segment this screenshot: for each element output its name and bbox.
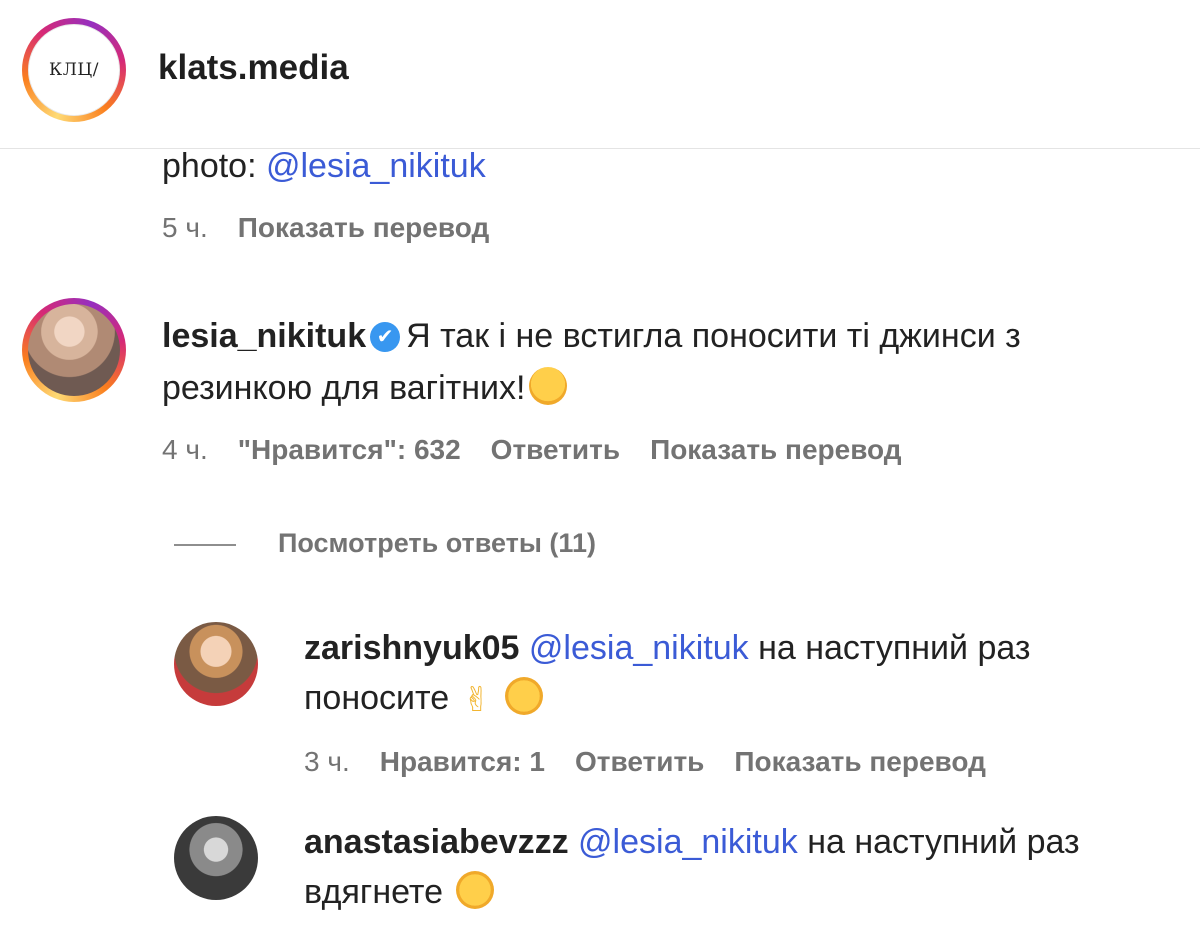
comments-page: КЛЦ/ klats.media photo: @lesia_nikituk 5…	[0, 0, 1200, 932]
reply-reply-button[interactable]: Ответить	[575, 746, 704, 778]
reply2-username[interactable]: anastasiabevzzz	[304, 823, 569, 861]
caption-prefix: photo:	[162, 147, 266, 185]
view-replies-button[interactable]: Посмотреть ответы (11)	[278, 528, 596, 559]
logo-text: КЛЦ/	[49, 60, 99, 80]
verified-badge-icon: ✔	[370, 322, 401, 352]
comment-text-line2-row: резинкою для вагітних!	[162, 362, 568, 414]
caption-translate-button[interactable]: Показать перевод	[238, 212, 490, 244]
reply-text-line2-row: поносите ✌	[304, 672, 543, 726]
reply-likes[interactable]: Нравится: 1	[380, 746, 545, 778]
reply-meta: 3 ч. Нравится: 1 Ответить Показать перев…	[304, 746, 986, 778]
reply-text-line2: поносите	[304, 679, 450, 717]
reply-mention[interactable]: @lesia_nikituk	[529, 629, 749, 667]
comment-translate-button[interactable]: Показать перевод	[650, 434, 902, 466]
reply2-text-line1: на наступний раз	[797, 823, 1080, 861]
comment-meta: 4 ч. "Нравится": 632 Ответить Показать п…	[162, 434, 902, 466]
caption-mention[interactable]: @lesia_nikituk	[266, 147, 486, 185]
caption-text: photo: @lesia_nikituk	[162, 140, 486, 192]
hot-face-emoji	[529, 367, 568, 405]
story-ring[interactable]: КЛЦ/	[22, 18, 126, 122]
reply2-mention[interactable]: @lesia_nikituk	[578, 823, 798, 861]
comment-text-line1: Я так і не встигла поносити ті джинси з	[406, 317, 1021, 355]
caption-meta: 5 ч. Показать перевод	[162, 212, 489, 244]
reply2-avatar[interactable]	[174, 816, 258, 900]
commenter-username[interactable]: lesia_nikituk	[162, 317, 366, 355]
tears-of-joy-emoji	[456, 871, 495, 909]
reply-text: zarishnyuk05 @lesia_nikituk на наступний…	[304, 622, 1031, 674]
reply2-text: anastasiabevzzz @lesia_nikituk на наступ…	[304, 816, 1080, 868]
commenter-avatar[interactable]	[28, 304, 120, 396]
account-avatar[interactable]: КЛЦ/	[28, 24, 120, 116]
reply2-text-line2-row: вдягнете	[304, 866, 495, 918]
comment-text: lesia_nikituk ✔ Я так і не встигла поносит…	[162, 310, 1021, 362]
replies-divider	[174, 544, 236, 546]
comment-time[interactable]: 4 ч.	[162, 434, 208, 466]
reply2-text-line2: вдягнете	[304, 873, 443, 911]
reply-translate-button[interactable]: Показать перевод	[734, 746, 986, 778]
comment-text-line2: резинкою для вагітних!	[162, 369, 526, 407]
star-struck-emoji	[504, 677, 543, 715]
post-header: КЛЦ/ klats.media	[0, 0, 1200, 149]
reply-time[interactable]: 3 ч.	[304, 746, 350, 778]
ok-hand-emoji: ✌	[462, 681, 492, 719]
reply-avatar[interactable]	[174, 622, 258, 706]
comment-likes[interactable]: "Нравится": 632	[238, 434, 461, 466]
account-name[interactable]: klats.media	[158, 48, 349, 88]
comment-reply-button[interactable]: Ответить	[491, 434, 620, 466]
commenter-story-ring[interactable]	[22, 298, 126, 402]
reply-username[interactable]: zarishnyuk05	[304, 629, 519, 667]
caption-time[interactable]: 5 ч.	[162, 212, 208, 244]
reply-text-line1: на наступний раз	[748, 629, 1031, 667]
